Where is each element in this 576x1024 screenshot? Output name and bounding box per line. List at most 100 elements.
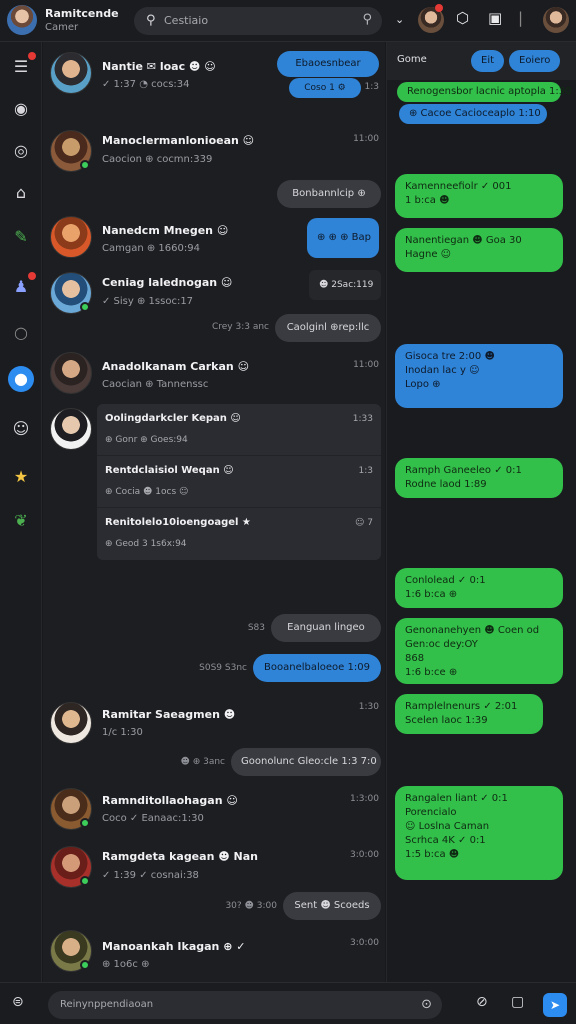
calendar-icon[interactable]: ▣ [488,9,502,27]
attach-icon[interactable]: ⊜ [12,994,24,1010]
bubble-text: ☺ Loslna Caman [405,821,490,832]
contact-meta: ⊕ 1o6c ⊕ [102,959,150,970]
message-card[interactable]: Oolingdarkcler Kepan ☺ ⊕ Gonr ⊕ Goes:94 … [97,404,381,560]
list-item[interactable]: Manoclermanlonioean ☺ Caocion ⊕ cocmn:33… [43,126,385,176]
message-pill[interactable]: Eanguan lingeo [271,614,381,642]
contact-avatar [50,352,92,394]
contact-avatar [50,216,92,258]
contact-name: Ramgdeta kagean ☻ Nan [102,850,258,863]
conversation-pane: Gome Eit Eoiero Renogensbor lacnic aptop… [386,42,576,982]
chevron-down-icon[interactable]: ⌄ [395,13,404,26]
bubble-text: 1:5 b:ca ☻ [405,849,460,860]
bubble-text: Genonanehyen ☻ Coen od [405,625,540,636]
bubble-text: Inodan lac y ☺ [405,365,480,376]
message-bubble[interactable]: Genonanehyen ☻ Coen od Gen:oc dey:OY 868… [395,618,563,684]
record-icon[interactable]: ◎ [8,138,34,164]
message-pill[interactable]: Coso 1 ⚙ [289,78,361,98]
message-pill[interactable]: Ebaoesnbear [277,51,379,77]
pane-title: Gome [397,54,427,65]
left-rail: ☰ ◉ ◎ ⌂ ✎ ♟ ○ ● ☺ ★ ❦ [0,42,42,982]
divider-icon: | [518,9,524,27]
card-title: Oolingdarkcler Kepan ☺ [105,413,241,424]
chat-icon[interactable]: ◉ [8,96,34,122]
search-icon: ⚲ [146,13,156,28]
card-row[interactable]: Renitolelo10ioengoagel ★ ⊕ Geod 3 1s6x:9… [97,508,381,560]
bubble-text: Rangalen liant ✓ 0:1 [405,793,508,804]
composer-placeholder: Reinynppendiaoan [60,999,154,1010]
card-row[interactable]: Oolingdarkcler Kepan ☺ ⊕ Gonr ⊕ Goes:94 … [97,404,381,456]
list-item[interactable]: Manoankah Ikagan ⊕ ✓ ⊕ 1o6c ⊕ 3:0:00 [43,926,385,976]
badge [28,52,36,60]
message-time: 30? ☻ 3:00 [225,901,277,911]
card-time: 1:33 [352,414,373,424]
menu-icon[interactable]: ☰ [8,52,36,80]
message-time: S83 [247,623,265,633]
edit-button[interactable]: Eit [471,50,505,72]
bubble-text: Ramph Ganeeleo ✓ 0:1 [405,465,522,476]
message-input[interactable]: Reinynppendiaoan ⊙ [48,991,442,1019]
message-pill[interactable]: ☻ 2Sac:119 [309,270,381,300]
message-pill[interactable]: Sent ☻ Scoeds [283,892,381,920]
message-bubble[interactable]: ⊕ Cacoe Cacioceaplo 1:10 [399,104,547,124]
message-time: 11:00 [353,134,379,144]
camera-icon[interactable]: ⊘ [476,994,488,1010]
message-time: 1:3 [364,82,379,92]
bubble-text: Gisoca tre 2:00 ☻ [405,351,495,362]
card-title: Rentdclaisiol Weqan ☺ [105,465,234,476]
list-item[interactable]: Ramitar Saeagmen ☻ 1/c 1:30 1:30 [43,698,385,748]
message-bubble[interactable]: Renogensbor lacnic aptopla 1:30 [397,82,572,102]
active-chat-icon[interactable]: ● [8,366,34,392]
profile-icon[interactable]: ☺ [8,416,34,442]
emoji-icon[interactable]: ⊙ [421,997,432,1012]
send-button[interactable]: ➤ [543,993,567,1017]
card-row[interactable]: Rentdclaisiol Weqan ☺ ⊕ Cocia ☻ 1ocs ☺ 1… [97,456,381,508]
profile-avatar[interactable] [543,7,569,33]
bubble-text: Hagne ☺ [405,249,452,260]
bubble-text: Ramplelnenurs ✓ 2:01 [405,701,518,712]
message-time: 11:00 [353,360,379,370]
message-time: ☻ ⊕ 3anc [180,757,225,767]
chat-list: Nantie ✉ loac ☻ ☺ ✓ 1:37 ◔ cocs:34 Ebaoe… [43,42,385,982]
user-avatar[interactable] [7,5,37,35]
message-bubble[interactable]: Ramplelnenurs ✓ 2:01 Scelen laoc 1:39 [395,694,543,734]
bubble-text: Gen:oc dey:OY [405,639,478,650]
contact-name: Ceniag lalednogan ☺ [102,276,233,289]
contact-meta: Camgan ⊕ 1660:94 [102,243,200,254]
message-bubble[interactable]: Nanentiegan ☻ Goa 30 Hagne ☺ [395,228,563,272]
card-time: 1:3 [358,466,373,476]
circle-icon[interactable]: ○ [8,320,34,346]
message-bubble[interactable]: Kamenneefiolr ✓ 001 1 b:ca ☻ [395,174,563,218]
mic-icon[interactable]: ⚲ [362,12,372,27]
search-field[interactable]: ⚲ Cestiaio ⚲ [134,7,382,35]
home-icon[interactable]: ⌂ [8,180,34,206]
list-item[interactable]: Anadolkanam Carkan ☺ Caocian ⊕ Tannenssc… [43,348,385,398]
settings-icon[interactable]: ⬡ [456,9,469,27]
options-button[interactable]: Eoiero [509,50,561,72]
message-pill[interactable]: ⊕ ⊕ ⊕ Bap [307,218,379,258]
leaf-icon[interactable]: ❦ [8,508,34,534]
message-bubble[interactable]: Gisoca tre 2:00 ☻ Inodan lac y ☺ Lopo ⊕ [395,344,563,408]
message-pill[interactable]: Bonbannlcip ⊕ [277,180,381,208]
contact-avatar [50,52,92,94]
message-time: Crey 3:3 anc [211,322,269,332]
contact-meta: Coco ✓ Eanaac:1:30 [102,813,204,824]
bubble-text: ⊕ Cacoe Cacioceaplo 1:10 [409,108,541,119]
contact-name: Manoclermanlonioean ☺ [102,134,255,147]
pencil-icon[interactable]: ✎ [8,224,34,250]
message-pill[interactable]: Booanelbaloeoe 1:09 [253,654,381,682]
message-pill[interactable]: Goonolunc Gleo:cle 1:3 7:0 [231,748,381,776]
bubble-text: 868 [405,653,425,664]
message-pill[interactable]: Caolginl ⊕rep:llc [275,314,381,342]
message-bubble[interactable]: Ramph Ganeeleo ✓ 0:1 Rodne laod 1:89 [395,458,563,498]
list-item[interactable]: Ramnditollaohagan ☺ Coco ✓ Eanaac:1:30 1… [43,784,385,834]
message-bubble[interactable]: Rangalen liant ✓ 0:1 Porencialo ☺ Loslna… [395,786,563,880]
contact-meta: ✓ 1:37 ◔ cocs:34 [102,79,190,90]
badge [28,272,36,280]
top-bar: Ramitcende Camer ⚲ Cestiaio ⚲ ⌄ ⬡ ▣ | [0,0,576,42]
star-icon[interactable]: ★ [8,464,34,490]
list-item[interactable]: Ramgdeta kagean ☻ Nan ✓ 1:39 ✓ cosnai:38… [43,842,385,892]
contact-meta: Caocian ⊕ Tannenssc [102,379,209,390]
message-bubble[interactable]: Conlolead ✓ 0:1 1:6 b:ca ⊕ [395,568,563,608]
group-icon[interactable]: ♟ [8,272,36,300]
gallery-icon[interactable]: ▢ [511,994,524,1010]
